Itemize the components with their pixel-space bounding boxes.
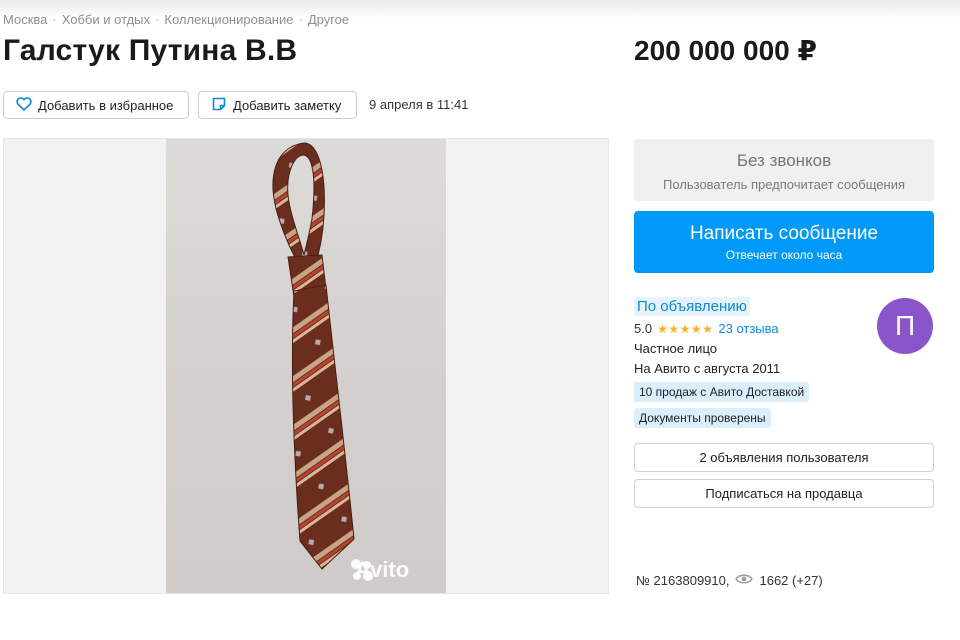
heart-icon (16, 96, 32, 114)
add-to-favorites-button[interactable]: Добавить в избранное (3, 91, 189, 119)
breadcrumb-item-subcategory[interactable]: Коллекционирование (164, 12, 293, 27)
no-calls-notice: Без звонков Пользователь предпочитает со… (634, 139, 934, 201)
tie-image (272, 142, 355, 570)
listing-footer: № 2163809910, 1662 (+27) (636, 573, 823, 588)
listing-photo[interactable]: Avito (3, 138, 609, 594)
seller-info: По объявлению 5.0 ★★★★★ 23 отзыва Частно… (634, 297, 874, 428)
seller-badge-delivery: 10 продаж с Авито Доставкой (634, 382, 810, 402)
user-ads-button[interactable]: 2 объявления пользователя (634, 443, 934, 472)
rating-stars-icon: ★★★★★ (657, 321, 714, 336)
breadcrumb: Москва · Хобби и отдых · Коллекционирование ·… (3, 12, 349, 27)
no-calls-title: Без звонков (736, 151, 832, 170)
breadcrumb-separator: · (155, 12, 160, 27)
breadcrumb-item-city[interactable]: Москва (3, 12, 47, 27)
write-message-button[interactable]: Написать сообщение Отвечает около часа (634, 211, 934, 273)
no-calls-subtitle: Пользователь предпочитает сообщения (662, 177, 905, 192)
seller-name[interactable]: По объявлению (634, 297, 750, 316)
rating-value: 5.0 (634, 321, 653, 336)
avito-watermark: Avito (349, 557, 409, 583)
seller-since: На Авито с августа 2011 (634, 361, 781, 376)
seller-type: Частное лицо (634, 341, 717, 356)
add-note-button[interactable]: Добавить заметку (198, 91, 357, 119)
write-message-label: Написать сообщение (689, 223, 879, 244)
avatar[interactable]: П (877, 298, 933, 354)
breadcrumb-separator: · (298, 12, 303, 27)
add-note-label: Добавить заметку (233, 97, 342, 113)
breadcrumb-item-category[interactable]: Хобби и отдых (62, 12, 150, 27)
seller-rating: 5.0 ★★★★★ 23 отзыва (634, 321, 874, 336)
publish-date: 9 апреля в 11:41 (369, 97, 469, 112)
eye-icon (735, 573, 754, 588)
item-number: № 2163809910, (636, 573, 730, 588)
reviews-link[interactable]: 23 отзыва (718, 321, 778, 336)
response-time: Отвечает около часа (725, 248, 843, 262)
add-to-favorites-label: Добавить в избранное (38, 97, 174, 113)
note-icon (211, 96, 227, 115)
subscribe-seller-button[interactable]: Подписаться на продавца (634, 479, 934, 508)
listing-title: Галстук Путина В.В (3, 34, 298, 67)
seller-badge-documents: Документы проверены (634, 408, 771, 428)
views-count: 1662 (+27) (759, 573, 823, 588)
listing-price: 200 000 000 ₽ (634, 35, 817, 66)
breadcrumb-separator: · (52, 12, 57, 27)
breadcrumb-item-other[interactable]: Другое (308, 12, 349, 27)
